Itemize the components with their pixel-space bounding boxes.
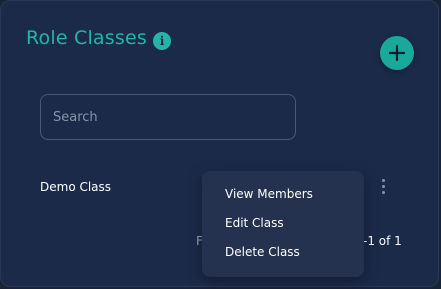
menu-item-delete-class[interactable]: Delete Class bbox=[225, 245, 300, 259]
menu-item-edit-class[interactable]: Edit Class bbox=[225, 216, 284, 230]
row-actions-kebab-icon[interactable] bbox=[377, 179, 389, 197]
class-row-label[interactable]: Demo Class bbox=[40, 180, 111, 194]
row-actions-menu: View Members Edit Class Delete Class bbox=[202, 171, 364, 277]
page-title: Role Classes bbox=[26, 27, 147, 49]
plus-icon bbox=[388, 44, 406, 62]
menu-item-view-members[interactable]: View Members bbox=[225, 187, 313, 201]
pagination-range: -1 of 1 bbox=[363, 234, 402, 248]
role-classes-panel: Role Classes i Demo Class F -1 of 1 View… bbox=[0, 0, 439, 287]
search-input[interactable] bbox=[40, 94, 296, 140]
add-class-button[interactable] bbox=[380, 36, 414, 70]
info-icon[interactable]: i bbox=[153, 32, 171, 50]
